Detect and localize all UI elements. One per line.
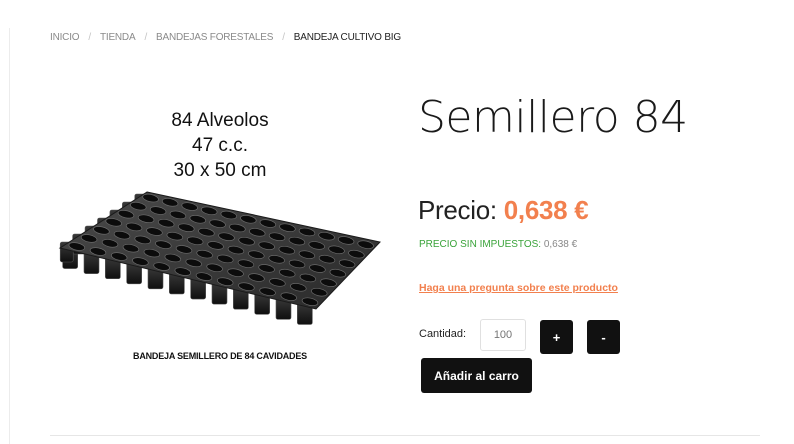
breadcrumb-link-bandejas-forestales[interactable]: BANDEJAS FORESTALES bbox=[156, 32, 273, 43]
product-title: Semillero 84 bbox=[418, 92, 688, 143]
breadcrumb-link-inicio[interactable]: INICIO bbox=[50, 32, 80, 43]
increase-quantity-button[interactable]: + bbox=[540, 320, 573, 354]
section-divider bbox=[50, 435, 760, 436]
product-price: Precio: 0,638 € bbox=[418, 195, 589, 226]
decrease-quantity-button[interactable]: - bbox=[587, 320, 620, 354]
breadcrumb-separator: / bbox=[144, 32, 148, 43]
breadcrumb-current: BANDEJA CULTIVO BIG bbox=[293, 32, 401, 43]
tax-value: 0,638 € bbox=[543, 239, 578, 250]
product-image[interactable]: 84 Alveolos 47 c.c. 30 x 50 cm bbox=[58, 100, 382, 330]
breadcrumb-link-tienda[interactable]: TIENDA bbox=[100, 32, 136, 43]
breadcrumb-separator: / bbox=[88, 32, 91, 43]
seed-tray-image bbox=[58, 191, 381, 325]
breadcrumb-separator: / bbox=[282, 32, 285, 43]
ask-question-link[interactable]: Haga una pregunta sobre este producto bbox=[419, 282, 618, 294]
add-to-cart-button[interactable]: Añadir al carro bbox=[421, 358, 532, 393]
breadcrumb: INICIO / TIENDA / BANDEJAS FORESTALES / BANDEJ… bbox=[50, 32, 401, 43]
image-caption: BANDEJA SEMILLERO DE 84 CAVIDADES bbox=[133, 351, 307, 361]
tax-label: PRECIO SIN IMPUESTOS: bbox=[419, 239, 542, 250]
price-value: 0,638 € bbox=[503, 195, 589, 225]
price-label: Precio: bbox=[418, 195, 497, 225]
quantity-label: Cantidad: bbox=[419, 328, 467, 340]
page-left-border bbox=[9, 28, 10, 444]
price-without-tax: PRECIO SIN IMPUESTOS: 0,638 € bbox=[419, 239, 577, 250]
quantity-input[interactable] bbox=[480, 319, 526, 351]
